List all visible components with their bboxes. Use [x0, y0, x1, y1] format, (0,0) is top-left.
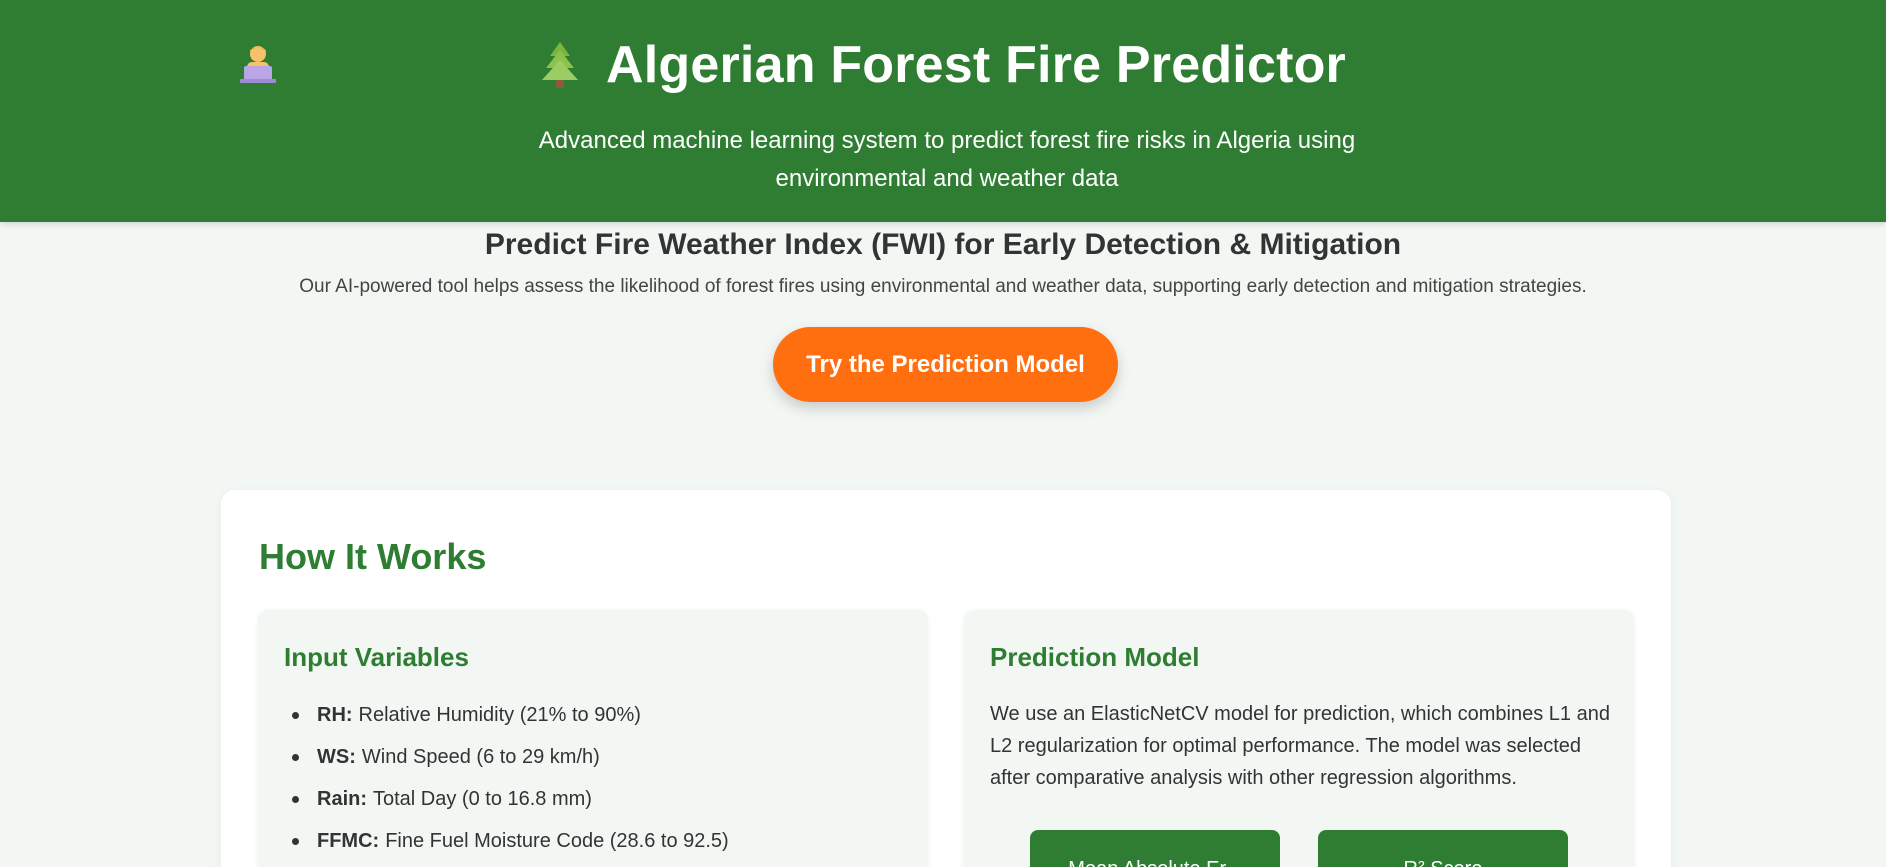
- try-prediction-model-button[interactable]: Try the Prediction Model: [773, 327, 1118, 402]
- input-variables-title: Input Variables: [284, 642, 469, 672]
- title-row: Algerian Forest Fire Predictor: [0, 30, 1886, 100]
- prediction-model-title: Prediction Model: [990, 642, 1200, 672]
- variable-description: Total Day (0 to 16.8 mm): [373, 788, 592, 810]
- how-it-works-card: How It Works Input Variables RH: Relativ…: [221, 490, 1671, 867]
- list-item: Rain: Total Day (0 to 16.8 mm): [284, 778, 729, 820]
- evergreen-tree-icon: [542, 42, 579, 88]
- prediction-model-description: We use an ElasticNetCV model for predict…: [990, 703, 1610, 789]
- site-title: Algerian Forest Fire Predictor: [606, 36, 1346, 94]
- metric-card-mae: Mean Absolute Er...: [1030, 830, 1280, 867]
- list-item: RH: Relative Humidity (21% to 90%): [284, 694, 729, 736]
- variable-description: Fine Fuel Moisture Code (28.6 to 92.5): [385, 830, 729, 852]
- variable-key: FFMC:: [317, 830, 380, 852]
- input-variables-list: RH: Relative Humidity (21% to 90%) WS: W…: [284, 694, 729, 862]
- variable-key: RH:: [317, 704, 353, 726]
- variable-key: WS:: [317, 746, 356, 768]
- list-item: FFMC: Fine Fuel Moisture Code (28.6 to 9…: [284, 820, 729, 862]
- bullet-icon: [292, 711, 299, 719]
- bullet-icon: [292, 837, 299, 845]
- how-it-works-title: How It Works: [259, 536, 487, 577]
- hero-description: Our AI-powered tool helps assess the lik…: [299, 276, 1587, 297]
- variable-description: Relative Humidity (21% to 90%): [358, 704, 641, 726]
- prediction-model-panel: Prediction Model We use an ElasticNetCV …: [964, 610, 1634, 867]
- bullet-icon: [292, 795, 299, 803]
- metric-card-r2: R² Score: [1318, 830, 1568, 867]
- input-variables-panel: Input Variables RH: Relative Humidity (2…: [258, 610, 928, 867]
- site-header: Algerian Forest Fire Predictor Advanced …: [0, 0, 1886, 222]
- bullet-icon: [292, 753, 299, 761]
- site-subtitle: Advanced machine learning system to pred…: [538, 127, 1356, 192]
- list-item: WS: Wind Speed (6 to 29 km/h): [284, 736, 729, 778]
- variable-description: Wind Speed (6 to 29 km/h): [361, 746, 600, 768]
- hero-heading: Predict Fire Weather Index (FWI) for Ear…: [484, 228, 1402, 261]
- variable-key: Rain:: [317, 788, 367, 810]
